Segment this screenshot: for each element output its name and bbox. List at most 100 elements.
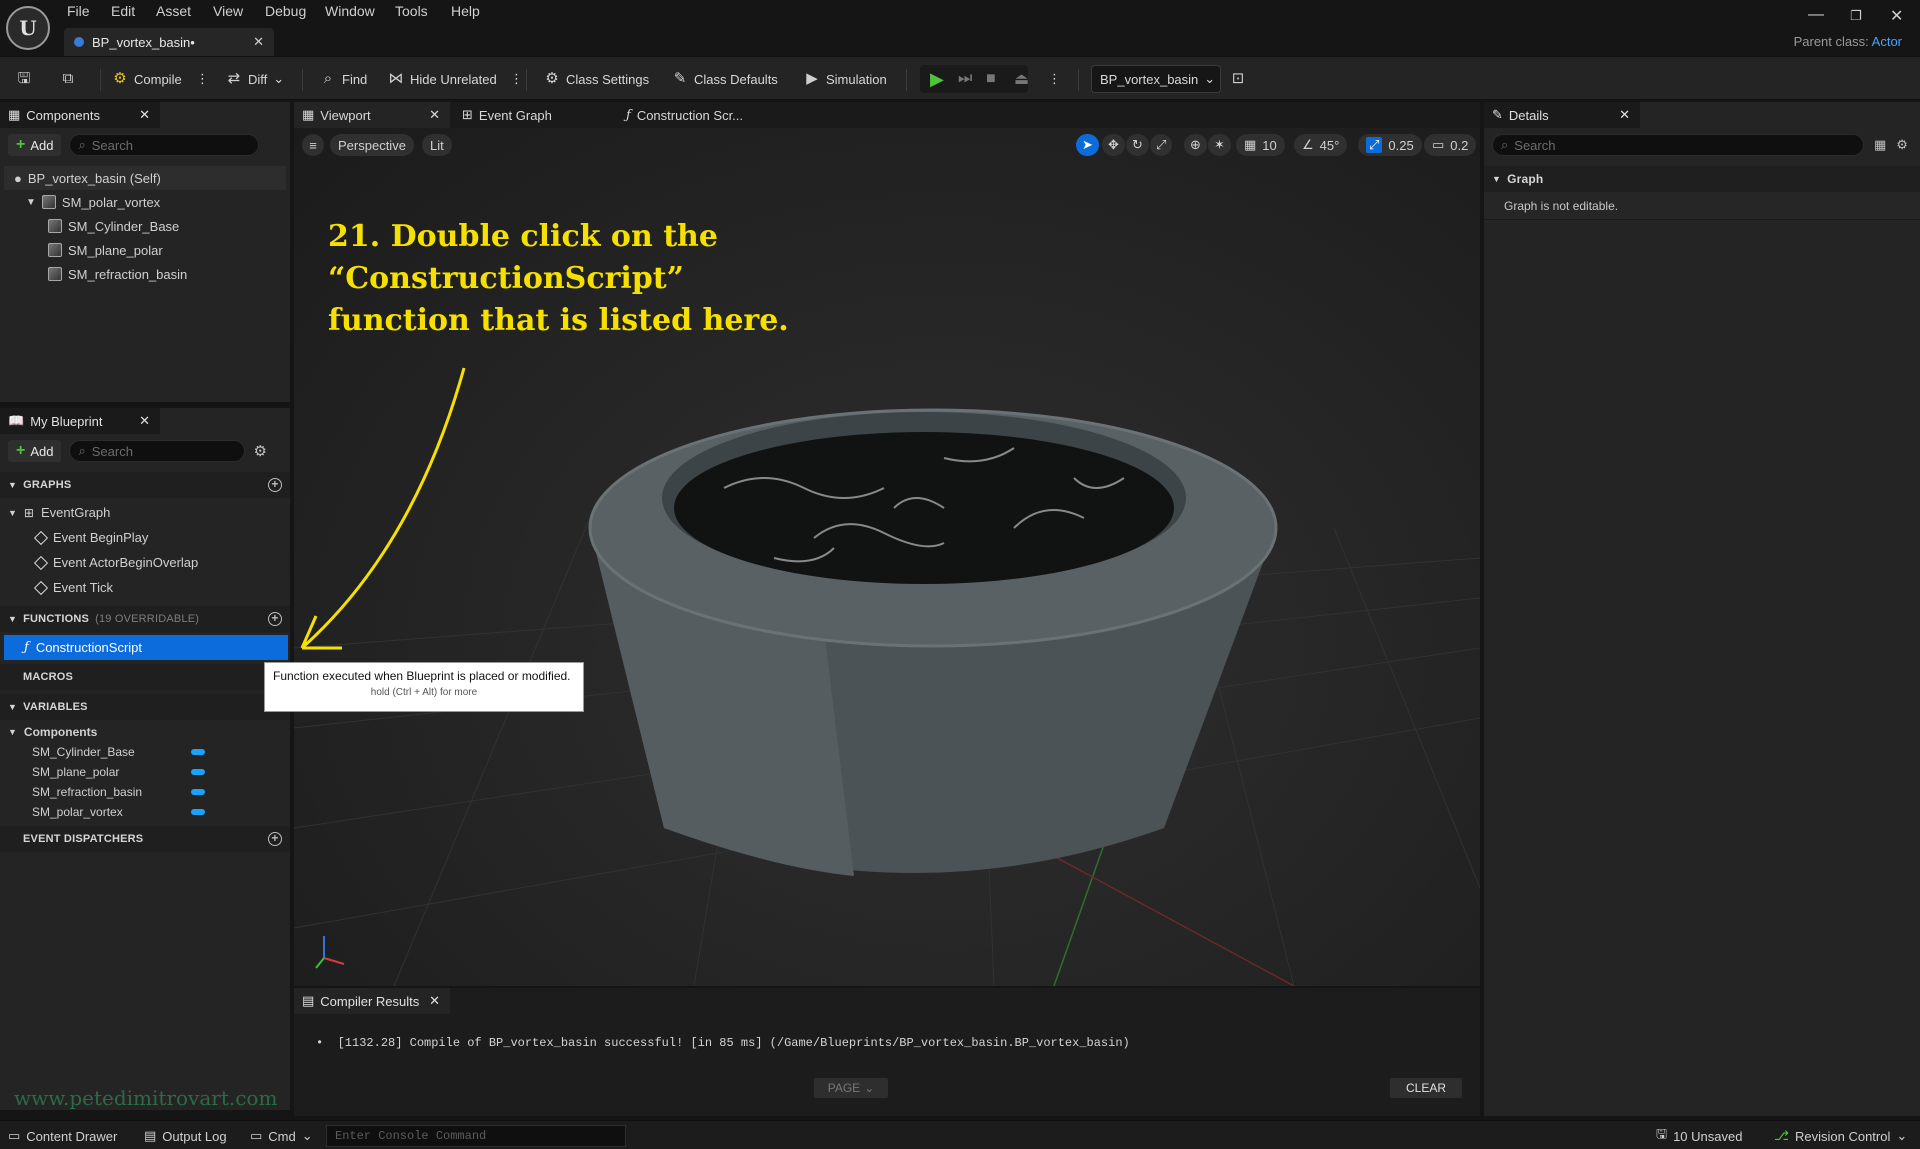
- simulation-button[interactable]: ▶ Simulation: [804, 67, 886, 91]
- cmd-button[interactable]: ▭ Cmd ⌄: [250, 1126, 313, 1146]
- rotation-snap-button[interactable]: ∠ 45°: [1294, 134, 1348, 156]
- menu-debug[interactable]: Debug: [265, 3, 306, 21]
- debug-object-select[interactable]: BP_vortex_basin ⌄: [1091, 65, 1221, 93]
- graph-section-header[interactable]: ▼ Graph: [1484, 166, 1920, 192]
- event-dispatchers-section-header[interactable]: EVENT DISPATCHERS +: [0, 826, 290, 852]
- find-button[interactable]: ⌕ Find: [320, 67, 368, 91]
- step-icon[interactable]: ⏭: [958, 67, 972, 91]
- menu-help[interactable]: Help: [451, 3, 480, 21]
- clear-button[interactable]: CLEAR: [1390, 1078, 1462, 1098]
- menu-tools[interactable]: Tools: [395, 3, 428, 21]
- construction-script-item[interactable]: ƒ ConstructionScript: [4, 635, 288, 660]
- content-drawer-button[interactable]: ▭ Content Drawer: [8, 1126, 117, 1146]
- tab-construction-script[interactable]: ƒ Construction Scr...: [618, 102, 778, 128]
- add-function-icon[interactable]: +: [268, 612, 282, 626]
- functions-section-header[interactable]: ▼ FUNCTIONS (19 OVERRIDABLE) +: [0, 606, 290, 632]
- grid-snap-button[interactable]: ▦ 10: [1236, 134, 1285, 156]
- add-graph-icon[interactable]: +: [268, 478, 282, 492]
- play-options-icon[interactable]: ⋮: [1048, 67, 1061, 91]
- compile-options-icon[interactable]: ⋮: [196, 67, 209, 91]
- console-command-input[interactable]: Enter Console Command: [326, 1125, 626, 1147]
- translate-icon[interactable]: ✥: [1102, 134, 1125, 156]
- add-member-button[interactable]: + Add: [8, 440, 62, 462]
- stop-icon[interactable]: ■: [986, 67, 996, 91]
- menu-view[interactable]: View: [213, 3, 243, 21]
- details-search-input[interactable]: ⌕ Search: [1492, 134, 1864, 156]
- tab-details[interactable]: ✎ Details ✕: [1484, 102, 1640, 128]
- perspective-button[interactable]: Perspective: [330, 134, 414, 156]
- compile-button[interactable]: ⚙ Compile: [112, 67, 181, 91]
- functions-overridable-count: (19 OVERRIDABLE): [95, 613, 200, 625]
- diff-button[interactable]: ⇄ Diff ⌄: [226, 67, 284, 91]
- close-window-icon[interactable]: ✕: [1890, 6, 1903, 26]
- minimize-icon[interactable]: —: [1808, 6, 1824, 24]
- variable-item[interactable]: SM_Cylinder_Base: [8, 742, 282, 762]
- surface-snap-icon[interactable]: ✶: [1208, 134, 1231, 156]
- class-defaults-button[interactable]: ✎ Class Defaults: [672, 67, 778, 91]
- menu-asset[interactable]: Asset: [156, 3, 191, 21]
- variable-item[interactable]: SM_refraction_basin: [8, 782, 282, 802]
- unsaved-button[interactable]: 🖫 10 Unsaved: [1656, 1126, 1742, 1146]
- component-sm-cylinder-base[interactable]: SM_Cylinder_Base: [12, 214, 278, 238]
- variable-item[interactable]: SM_polar_vortex: [8, 802, 282, 822]
- variables-section-header[interactable]: ▼ VARIABLES: [0, 694, 290, 720]
- browse-button[interactable]: ⧉: [60, 67, 76, 91]
- component-self[interactable]: ● BP_vortex_basin (Self): [4, 166, 286, 190]
- add-component-button[interactable]: + Add: [8, 134, 62, 156]
- gear-icon[interactable]: ⚙: [253, 442, 266, 460]
- macros-section-header[interactable]: MACROS: [0, 664, 290, 690]
- event-actorbeginoverlap-item[interactable]: Event ActorBeginOverlap: [8, 550, 282, 575]
- debug-select-icon[interactable]: ⊡: [1230, 67, 1246, 91]
- event-tick-item[interactable]: Event Tick: [8, 575, 282, 600]
- page-button[interactable]: PAGE ⌄: [814, 1078, 888, 1098]
- hide-unrelated-options-icon[interactable]: ⋮: [510, 67, 523, 91]
- tab-compiler-results[interactable]: ▤ Compiler Results ✕: [294, 988, 450, 1014]
- close-icon[interactable]: ✕: [253, 34, 264, 50]
- add-dispatcher-icon[interactable]: +: [268, 832, 282, 846]
- menu-window[interactable]: Window: [325, 3, 375, 21]
- tab-viewport[interactable]: ▦ Viewport ✕: [294, 102, 450, 128]
- close-icon[interactable]: ✕: [429, 993, 440, 1009]
- tab-bp-vortex-basin[interactable]: BP_vortex_basin• ✕: [64, 28, 274, 56]
- world-local-icon[interactable]: ⊕: [1184, 134, 1207, 156]
- select-mode-icon[interactable]: ➤: [1076, 134, 1099, 156]
- menu-file[interactable]: File: [67, 3, 90, 21]
- tab-my-blueprint[interactable]: 📖 My Blueprint ✕: [0, 408, 160, 434]
- variable-item[interactable]: SM_plane_polar: [8, 762, 282, 782]
- hide-unrelated-button[interactable]: ⋈ Hide Unrelated: [388, 67, 497, 91]
- hamburger-menu-icon[interactable]: ≡: [302, 134, 324, 156]
- component-sm-polar-vortex[interactable]: ▼ SM_polar_vortex: [12, 190, 278, 214]
- play-icon[interactable]: ▶: [930, 67, 944, 91]
- graphs-section-header[interactable]: ▼ GRAPHS +: [0, 472, 290, 498]
- scale-snap-button[interactable]: ⤢ 0.25: [1358, 134, 1422, 156]
- restore-icon[interactable]: ❐: [1850, 8, 1862, 24]
- event-beginplay-item[interactable]: Event BeginPlay: [8, 525, 282, 550]
- tab-components[interactable]: ▦ Components ✕: [0, 102, 160, 128]
- close-icon[interactable]: ✕: [139, 413, 150, 429]
- gear-icon[interactable]: ⚙: [1896, 137, 1908, 153]
- close-icon[interactable]: ✕: [1619, 107, 1630, 123]
- components-search-input[interactable]: ⌕ Search: [69, 134, 260, 156]
- menu-edit[interactable]: Edit: [111, 3, 135, 21]
- variable-type-pill: [191, 789, 205, 795]
- rotate-icon[interactable]: ↻: [1126, 134, 1149, 156]
- close-icon[interactable]: ✕: [429, 107, 440, 123]
- tab-event-graph[interactable]: ⊞ Event Graph: [454, 102, 614, 128]
- close-icon[interactable]: ✕: [139, 107, 150, 123]
- view-mode-button[interactable]: Lit: [422, 134, 452, 156]
- component-sm-plane-polar[interactable]: SM_plane_polar: [12, 238, 278, 262]
- event-graph-item[interactable]: ▼ ⊞ EventGraph: [8, 500, 282, 525]
- my-blueprint-search-input[interactable]: ⌕ Search: [69, 440, 246, 462]
- eject-icon[interactable]: ⏏: [1014, 67, 1029, 91]
- component-sm-refraction-basin[interactable]: SM_refraction_basin: [12, 262, 278, 286]
- camera-speed-button[interactable]: ▭ 0.2: [1424, 134, 1477, 156]
- parent-class-value[interactable]: Actor: [1872, 34, 1902, 49]
- revision-control-button[interactable]: ⎇ Revision Control ⌄: [1774, 1126, 1907, 1146]
- table-view-icon[interactable]: ▦: [1874, 137, 1886, 153]
- save-button[interactable]: 🖫: [16, 67, 32, 91]
- viewport[interactable]: ≡ Perspective Lit ➤ ✥ ↻ ⤢ ⊕ ✶ ▦ 10 ∠ 45°…: [294, 128, 1480, 986]
- variables-category-components[interactable]: ▼ Components: [8, 722, 282, 742]
- class-settings-button[interactable]: ⚙ Class Settings: [544, 67, 649, 91]
- output-log-button[interactable]: ▤ Output Log: [144, 1126, 227, 1146]
- unreal-logo-icon[interactable]: U: [6, 6, 50, 50]
